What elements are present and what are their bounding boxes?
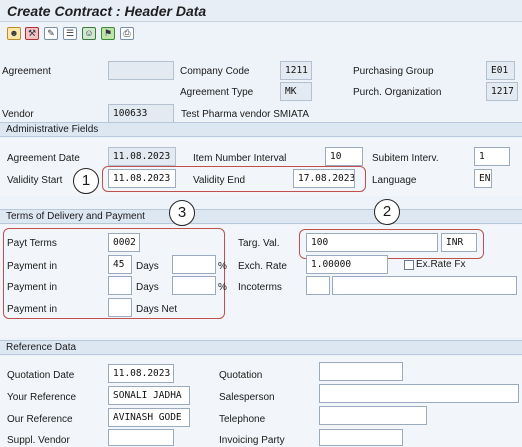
vendor-name: Test Pharma vendor SMIATA bbox=[181, 109, 310, 120]
payment2-label: Payment in bbox=[7, 282, 58, 293]
agreement-type-label: Agreement Type bbox=[180, 87, 254, 98]
our-reference-field[interactable]: AVINASH GODE bbox=[108, 408, 190, 427]
callout-3: 3 bbox=[169, 200, 195, 226]
suppl-vendor-label: Suppl. Vendor bbox=[7, 435, 70, 446]
callout-1: 1 bbox=[73, 168, 99, 194]
invoicing-party-field[interactable] bbox=[319, 429, 403, 446]
quotation-field[interactable] bbox=[319, 362, 403, 381]
payt-terms-label: Payt Terms bbox=[7, 238, 57, 249]
validity-start-field[interactable]: 11.08.2023 bbox=[108, 169, 176, 188]
payment3-label: Payment in bbox=[7, 304, 58, 315]
invoicing-party-label: Invoicing Party bbox=[219, 435, 285, 446]
company-code-label: Company Code bbox=[180, 66, 250, 77]
incoterms-field-2[interactable] bbox=[332, 276, 517, 295]
person-icon[interactable]: ☻ bbox=[7, 27, 21, 40]
validity-start-label: Validity Start bbox=[7, 175, 63, 186]
flag-icon[interactable]: ⚑ bbox=[101, 27, 115, 40]
document-icon[interactable]: ☰ bbox=[63, 27, 77, 40]
reference-section-title: Reference Data bbox=[6, 342, 77, 353]
subitem-interval-field[interactable]: 1 bbox=[474, 147, 510, 166]
your-reference-field[interactable]: SONALI JADHA bbox=[108, 386, 190, 405]
agreement-label: Agreement bbox=[2, 66, 51, 77]
purchasing-group-label: Purchasing Group bbox=[353, 66, 434, 77]
ex-rate-fx-checkbox[interactable] bbox=[404, 260, 414, 270]
vendor-label: Vendor bbox=[2, 109, 34, 120]
agreement-type-field[interactable]: MK bbox=[280, 82, 312, 101]
quotation-date-field[interactable]: 11.08.2023 bbox=[108, 364, 174, 383]
page-title: Create Contract : Header Data bbox=[7, 3, 207, 19]
item-interval-label: Item Number Interval bbox=[193, 153, 287, 164]
payment2-pct-field[interactable] bbox=[172, 276, 216, 295]
payment1-days-label: Days bbox=[136, 261, 159, 272]
subitem-interval-label: Subitem Interv. bbox=[372, 153, 439, 164]
company-code-field[interactable]: 1211 bbox=[280, 61, 312, 80]
currency-field[interactable]: INR bbox=[441, 233, 477, 252]
tools-icon[interactable]: ⚒ bbox=[25, 27, 39, 40]
agreement-date-field[interactable]: 11.08.2023 bbox=[108, 147, 176, 166]
payment1-label: Payment in bbox=[7, 261, 58, 272]
language-label: Language bbox=[372, 175, 417, 186]
quotation-date-label: Quotation Date bbox=[7, 370, 75, 381]
incoterms-label: Incoterms bbox=[238, 282, 282, 293]
validity-end-field[interactable]: 17.08.2023 bbox=[293, 169, 355, 188]
payment3-days-field[interactable] bbox=[108, 298, 132, 317]
purch-org-label: Purch. Organization bbox=[353, 87, 442, 98]
payment3-days-net-label: Days Net bbox=[136, 304, 178, 315]
purchasing-group-field[interactable]: E01 bbox=[486, 61, 515, 80]
target-value-label: Targ. Val. bbox=[238, 238, 280, 249]
reference-section-header bbox=[0, 340, 522, 355]
item-interval-field[interactable]: 10 bbox=[325, 147, 363, 166]
agreement-date-label: Agreement Date bbox=[7, 153, 80, 164]
agreement-field[interactable] bbox=[108, 61, 174, 80]
edit-icon[interactable]: ✎ bbox=[44, 27, 58, 40]
salesperson-field[interactable] bbox=[319, 384, 519, 403]
toolbar bbox=[0, 22, 522, 46]
language-field[interactable]: EN bbox=[474, 169, 492, 188]
validity-end-label: Validity End bbox=[193, 175, 246, 186]
incoterms-field-1[interactable] bbox=[306, 276, 330, 295]
exch-rate-label: Exch. Rate bbox=[238, 261, 287, 272]
purch-org-field[interactable]: 1217 bbox=[486, 82, 518, 101]
target-value-field[interactable]: 100 bbox=[306, 233, 438, 252]
callout-2: 2 bbox=[374, 199, 400, 225]
vendor-field[interactable]: 100633 bbox=[108, 104, 174, 123]
exch-rate-field[interactable]: 1.00000 bbox=[306, 255, 388, 274]
payment1-pct-field[interactable] bbox=[172, 255, 216, 274]
payment2-days-label: Days bbox=[136, 282, 159, 293]
ex-rate-fx-label: Ex.Rate Fx bbox=[416, 259, 466, 270]
payment1-days-field[interactable]: 45 bbox=[108, 255, 132, 274]
telephone-field[interactable] bbox=[319, 406, 427, 425]
people-icon[interactable]: ☺ bbox=[82, 27, 96, 40]
payment2-pct-label: % bbox=[218, 282, 227, 293]
salesperson-label: Salesperson bbox=[219, 392, 275, 403]
terms-section-title: Terms of Delivery and Payment bbox=[6, 211, 145, 222]
suppl-vendor-field[interactable] bbox=[108, 429, 174, 446]
admin-section-title: Administrative Fields bbox=[6, 124, 99, 135]
payt-terms-field[interactable]: 0002 bbox=[108, 233, 140, 252]
quotation-label: Quotation bbox=[219, 370, 263, 381]
payment2-days-field[interactable] bbox=[108, 276, 132, 295]
payment1-pct-label: % bbox=[218, 261, 227, 272]
telephone-label: Telephone bbox=[219, 414, 266, 425]
print-icon[interactable]: ⎙ bbox=[120, 27, 134, 40]
your-reference-label: Your Reference bbox=[7, 392, 77, 403]
our-reference-label: Our Reference bbox=[7, 414, 73, 425]
